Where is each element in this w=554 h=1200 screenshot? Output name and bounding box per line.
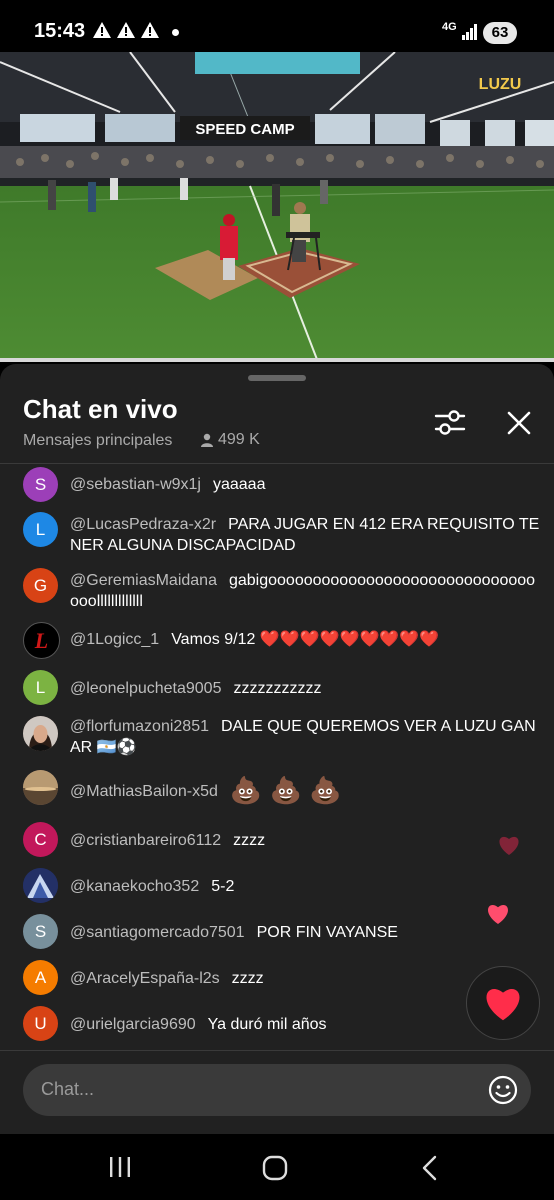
avatar[interactable]: G [23,568,58,603]
drag-handle[interactable] [248,375,306,381]
emoji-icon[interactable] [487,1074,519,1106]
avatar[interactable]: C [23,822,58,857]
heart-reaction-button[interactable] [466,966,540,1040]
message-author[interactable]: @AracelyEspaña-l2s [70,970,220,987]
message-author[interactable]: @cristianbareiro6112 [70,832,221,849]
avatar[interactable]: S [23,467,58,502]
avatar[interactable]: L [23,622,60,659]
warning-icon [141,22,159,38]
message-author[interactable]: @LucasPedraza-x2r [70,516,216,533]
message-author[interactable]: @urielgarcia9690 [70,1016,196,1033]
message-text: POR FIN VAYANSE [256,924,398,941]
message-text: yaaaaa [212,476,266,493]
person-icon [201,433,213,447]
chat-input-placeholder: Chat... [41,1079,95,1099]
message-text: 💩 💩 💩 [229,775,342,805]
message-text: zzzz [231,970,264,987]
avatar[interactable]: A [23,960,58,995]
chat-mode-selector[interactable]: Mensajes principales [23,432,172,450]
signal-icon [462,24,477,40]
recents-icon[interactable] [108,1156,132,1178]
message-author[interactable]: @1Logicc_1 [70,631,159,648]
message-list[interactable]: S @sebastian-w9x1j yaaaaa L @LucasPedraza… [0,464,554,1046]
avatar-photo [23,770,58,805]
message-text: Vamos 9/12 ❤️❤️❤️❤️❤️❤️❤️❤️❤️ [171,631,440,648]
chat-title: Chat en vivo [23,394,178,424]
avatar-photo [23,716,58,751]
network-type: 4G [442,21,457,33]
status-time: 15:43 [34,20,86,42]
reaction-heart-icon [499,836,519,855]
message-author[interactable]: @santiagomercado7501 [70,924,245,941]
avatar-logo: L [34,627,49,653]
avatar-photo [23,868,58,903]
avatar[interactable]: S [23,914,58,949]
video-frame: SPEED CAMP LUZU [0,52,554,362]
message-text: zzzz [233,832,266,849]
message-author[interactable]: @MathiasBailon-x5d [70,783,218,800]
message-author[interactable]: @leonelpucheta9005 [70,680,221,697]
viewer-count-value: 499 K [218,431,260,448]
message-author[interactable]: @GeremiasMaidana [70,572,217,589]
warning-icon [117,22,135,38]
status-bar: 15:43 4G 63 [0,0,554,52]
avatar[interactable] [23,716,58,751]
heart-icon [486,989,520,1021]
message-text: Ya duró mil años [207,1016,327,1033]
viewer-count: 499 K [200,431,260,449]
sliders-icon[interactable] [432,404,468,440]
system-nav-bar [0,1134,554,1200]
message-author[interactable]: @kanaekocho352 [70,878,199,895]
reaction-heart-icon [488,905,508,924]
video-player[interactable]: SPEED CAMP LUZU [0,52,554,362]
back-icon[interactable] [420,1155,440,1181]
input-divider [0,1050,554,1051]
home-icon[interactable] [262,1155,288,1181]
avatar[interactable]: L [23,670,58,705]
message-text: 5-2 [211,878,235,895]
avatar[interactable]: L [23,512,58,547]
banner-text: SPEED CAMP [195,121,294,138]
chat-input[interactable]: Chat... [23,1064,531,1116]
battery-level: 63 [483,22,517,44]
notification-dot [172,29,179,36]
brand-text: LUZU [479,76,522,93]
warning-icon [93,22,111,38]
close-icon[interactable] [502,406,536,440]
message-text: zzzzzzzzzzz [233,680,322,697]
avatar[interactable] [23,868,58,903]
avatar[interactable]: U [23,1006,58,1041]
avatar[interactable] [23,770,58,805]
message-author[interactable]: @sebastian-w9x1j [70,476,201,493]
message-author[interactable]: @florfumazoni2851 [70,718,209,735]
